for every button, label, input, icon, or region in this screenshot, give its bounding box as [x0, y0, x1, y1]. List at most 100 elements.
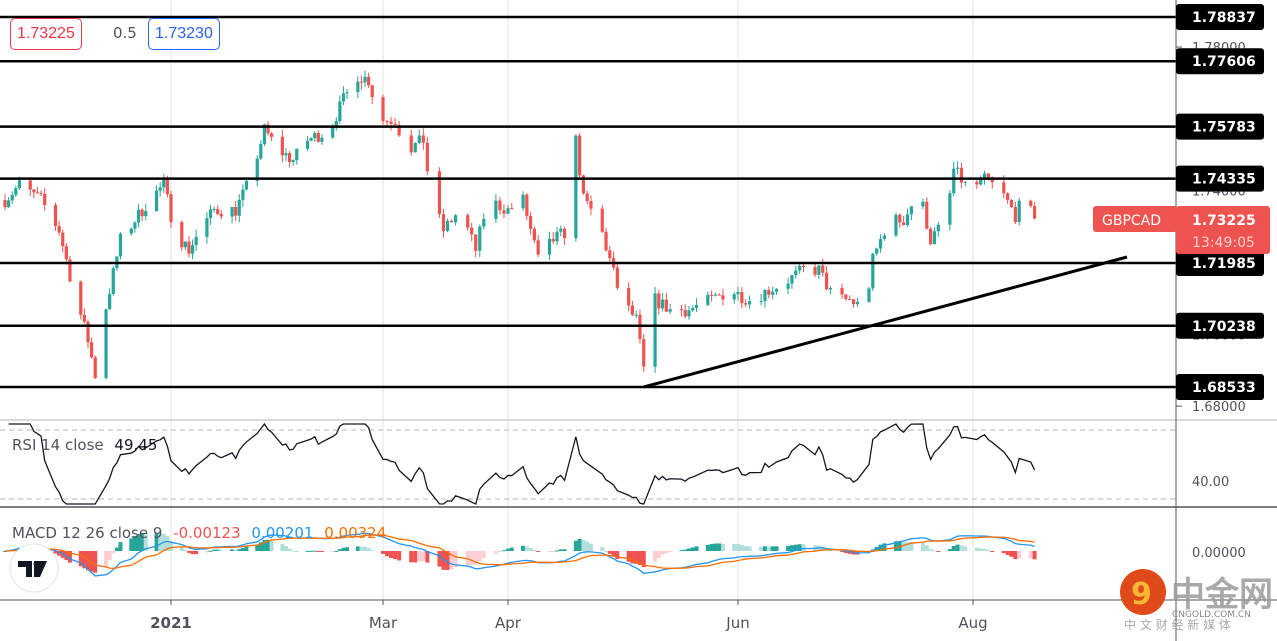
- candle-down: [959, 167, 964, 183]
- macd-histogram-bar: [626, 551, 631, 562]
- bid-price-box[interactable]: 1.73225: [10, 18, 82, 50]
- candle-down: [389, 121, 393, 124]
- macd-histogram-bar: [656, 551, 661, 559]
- candle-up: [320, 137, 324, 142]
- candle-up: [208, 209, 213, 219]
- macd-histogram-bar: [477, 551, 482, 562]
- candle-up: [445, 220, 450, 232]
- candle-down: [79, 281, 83, 315]
- candle-up: [7, 200, 11, 208]
- macd-legend[interactable]: MACD 12 26 close 9 -0.00123 0.00201 0.00…: [12, 524, 392, 542]
- candle-down: [270, 133, 274, 137]
- candle-down: [1033, 206, 1037, 219]
- candle-down: [851, 299, 856, 305]
- price-chart[interactable]: 1.780001.760001.740001.720001.700001.680…: [0, 0, 1277, 641]
- candle-down: [216, 209, 220, 215]
- macd-histogram-bar: [114, 547, 119, 551]
- trendline[interactable]: [643, 255, 1128, 389]
- candle-up: [952, 168, 956, 194]
- macd-histogram-bar: [183, 549, 188, 551]
- macd-histogram-bar: [679, 550, 684, 552]
- ask-price-box[interactable]: 1.73230: [148, 18, 220, 50]
- candle-up: [921, 201, 925, 207]
- macd-histogram-bar: [1028, 551, 1033, 559]
- candle-down: [1002, 182, 1006, 194]
- macd-histogram-bar: [978, 548, 983, 551]
- candle-down: [679, 309, 684, 311]
- candle-down: [717, 294, 721, 296]
- horizontal-levels[interactable]: [0, 15, 1176, 389]
- macd-histogram-bar: [986, 549, 991, 551]
- rsi-legend[interactable]: RSI 14 close 49.45: [12, 436, 163, 454]
- macd-histogram-bar: [194, 551, 199, 555]
- candle-up: [774, 288, 779, 292]
- macd-axis-label: 0.00000: [1192, 546, 1246, 561]
- macd-histogram-bar: [743, 546, 748, 551]
- candle-down: [441, 214, 446, 232]
- candle-down: [466, 215, 470, 228]
- macd-histogram-bar: [963, 546, 968, 551]
- candle-up: [363, 76, 367, 83]
- macd-histogram-bar: [341, 547, 346, 551]
- macd-histogram-bar: [215, 549, 220, 551]
- candle-down: [140, 209, 144, 217]
- candle-up: [291, 160, 295, 162]
- macd-histogram-bar: [660, 551, 665, 555]
- macd-histogram-bar: [577, 539, 582, 551]
- spread-value: 0.5: [113, 24, 137, 42]
- candle-down: [929, 228, 933, 245]
- macd-histogram-bar: [409, 551, 414, 563]
- time-tick-label: Jun: [725, 614, 749, 632]
- trendline-segment: [643, 255, 1128, 389]
- candle-down: [90, 342, 94, 358]
- macd-histogram-bar: [974, 547, 979, 551]
- macd-histogram-bar: [936, 551, 941, 552]
- candle-down: [409, 135, 413, 153]
- svg-text:中金网: 中金网: [1171, 575, 1273, 615]
- macd-histogram-bar: [547, 551, 552, 552]
- tradingview-logo[interactable]: [9, 543, 59, 593]
- candle-up: [691, 308, 695, 311]
- candle-down: [825, 272, 829, 290]
- candle-down: [381, 97, 385, 122]
- candle-up: [521, 194, 525, 209]
- macd-histogram-bar: [237, 549, 242, 551]
- candle-down: [28, 180, 32, 190]
- candle-up: [786, 283, 790, 289]
- macd-histogram-bar: [558, 549, 563, 551]
- macd-histogram-bar: [562, 549, 567, 551]
- candle-down: [600, 208, 604, 232]
- time-axis[interactable]: 2021 Mar Apr Jun Aug: [150, 600, 988, 632]
- candle-down: [64, 246, 68, 260]
- candle-down: [710, 294, 714, 296]
- macd-histogram-bar: [770, 546, 775, 551]
- price-tick-label: 1.68000: [1192, 400, 1246, 415]
- svg-text:9: 9: [1131, 577, 1152, 612]
- macd-histogram-bar: [801, 544, 806, 551]
- candle-up: [14, 188, 18, 195]
- candle-up: [331, 126, 335, 138]
- time-tick-label: 2021: [150, 614, 192, 632]
- candle-up: [338, 101, 342, 122]
- candle-up: [882, 235, 886, 240]
- macd-histogram-bar: [118, 542, 123, 551]
- candle-up: [955, 167, 960, 169]
- macd-histogram-bar: [532, 549, 537, 551]
- candle-down: [470, 227, 474, 235]
- candle-up: [17, 180, 22, 189]
- macd-histogram-bar: [497, 551, 502, 552]
- macd-histogram-bar: [524, 546, 529, 551]
- rsi-value: 49.45: [114, 436, 158, 454]
- candle-down: [630, 305, 635, 315]
- candle-down: [585, 193, 589, 202]
- macd-histogram-bar: [204, 551, 209, 553]
- macd-histogram-bar: [732, 543, 737, 551]
- candle-down: [551, 238, 555, 242]
- macd-histogram-bar: [283, 546, 288, 551]
- symbol-price-tag: GBPCAD 1.73225 13:49:05: [1093, 206, 1270, 254]
- candle-up: [313, 133, 317, 139]
- candle-down: [287, 153, 292, 162]
- macd-histogram-bar: [924, 545, 929, 551]
- macd-histogram-bar: [104, 551, 109, 567]
- candle-down: [925, 201, 929, 229]
